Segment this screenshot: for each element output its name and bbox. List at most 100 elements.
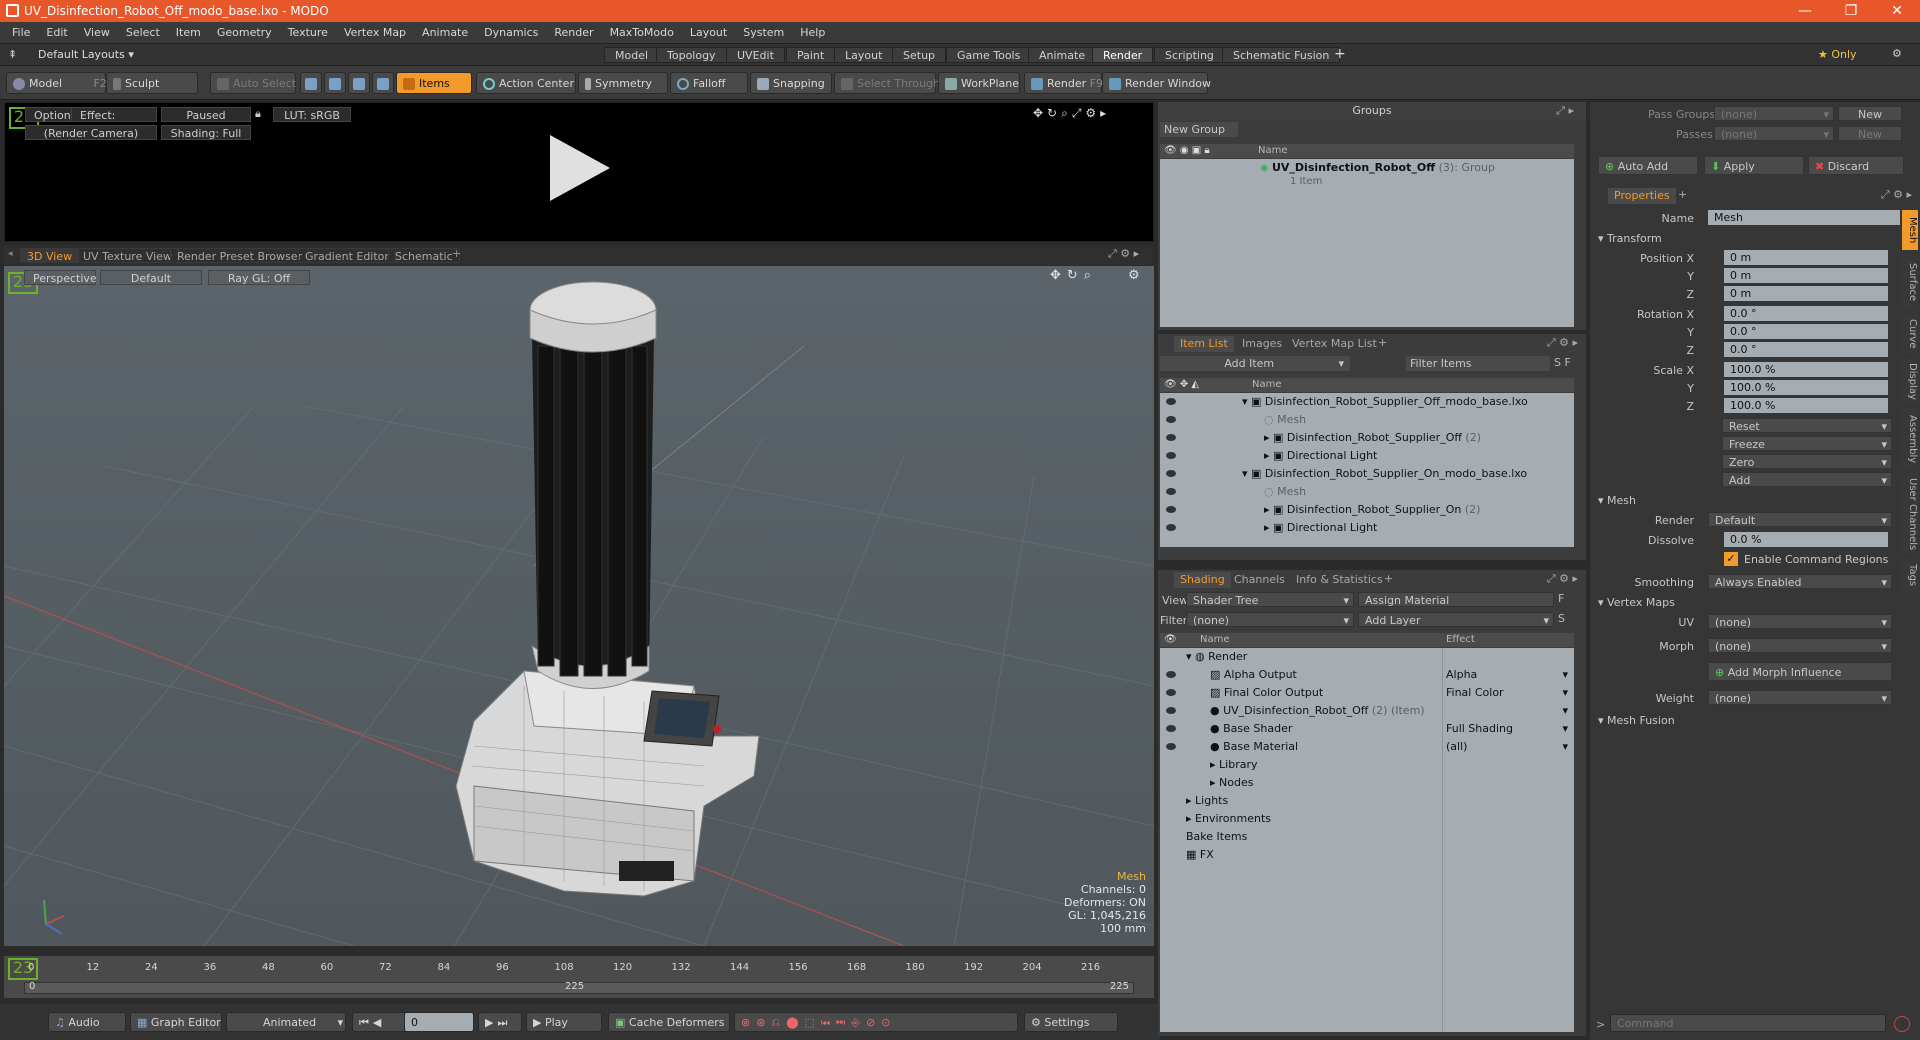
menu-item[interactable]: Item [168,22,209,44]
list-item[interactable]: ▸ ▣ Directional Light [1264,519,1377,537]
tab-render-preset-browser[interactable]: Render Preset Browser [170,248,310,263]
tab-model[interactable]: Model [604,47,660,63]
play-button[interactable]: ▶ Play [526,1012,602,1032]
shading-dropdown[interactable]: Shading: Full [161,125,251,140]
graph-editor-button[interactable]: ▦ Graph Editor [130,1012,222,1032]
name-field[interactable]: Mesh [1708,210,1900,225]
menu-select[interactable]: Select [118,22,168,44]
edges-mode-button[interactable] [324,72,346,94]
menu-maxtomodo[interactable]: MaxToModo [602,22,682,44]
menu-system[interactable]: System [735,22,792,44]
items-mode-button[interactable]: Items [396,72,472,94]
render-paused-button[interactable]: Paused [161,107,251,122]
visibility-eye-icon[interactable] [1166,488,1176,495]
tab-schematic-fusion[interactable]: Schematic Fusion [1222,47,1341,63]
assign-material-button[interactable]: Assign Material [1358,592,1554,607]
pass-groups-dropdown[interactable]: (none) ▾ [1714,106,1834,121]
rotation-x-field[interactable]: 0.0 ° [1724,306,1888,321]
tab-topology[interactable]: Topology [656,47,727,63]
list-item[interactable]: ▸ ▣ Disinfection_Robot_Supplier_Off (2) [1264,429,1481,447]
menu-edit[interactable]: Edit [38,22,75,44]
visibility-eye-icon[interactable] [1166,707,1176,714]
vertex-maps-section[interactable]: ▾ Vertex Maps [1598,596,1675,609]
rotation-y-field[interactable]: 0.0 ° [1724,324,1888,339]
menu-dynamics[interactable]: Dynamics [476,22,546,44]
audio-button[interactable]: ♫ Audio [48,1012,126,1032]
viewport-style-dropdown[interactable]: Default [100,270,202,285]
close-button[interactable]: ✕ [1874,0,1920,22]
freeze-dropdown[interactable]: Freeze ▾ [1722,436,1892,451]
menu-render[interactable]: Render [546,22,601,44]
weight-dropdown[interactable]: (none) ▾ [1708,690,1892,705]
menu-layout[interactable]: Layout [682,22,735,44]
add-shading-tab[interactable]: + [1384,572,1393,585]
menu-geometry[interactable]: Geometry [209,22,280,44]
skip-back-icons[interactable]: ⏮◀ [352,1012,408,1032]
discard-button[interactable]: ✖ Discard [1808,156,1904,175]
table-row[interactable]: ▸ Environments [1186,810,1271,828]
table-row[interactable]: ▾ ◍ Render [1186,648,1247,666]
3d-viewport[interactable]: 23 Perspective Default Ray GL: Off ✥↻⌕ ⚙… [4,266,1154,946]
effect-cell[interactable]: Full Shading ▾ [1446,720,1568,738]
layouts-expand-icon[interactable]: ⇞ [8,48,17,61]
default-layouts-dropdown[interactable]: Default Layouts ▾ [38,48,134,61]
tab-properties[interactable]: Properties [1608,188,1676,204]
side-tab[interactable]: Tags [1902,558,1918,592]
visibility-eye-icon[interactable] [1166,416,1176,423]
menu-vertex-map[interactable]: Vertex Map [336,22,414,44]
groups-maximize-icon[interactable]: ⤢ ▸ [1556,104,1574,118]
snapping-button[interactable]: Snapping [750,72,832,94]
uv-dropdown[interactable]: (none) ▾ [1708,614,1892,629]
side-tab[interactable]: Mesh [1902,210,1918,250]
materials-mode-button[interactable] [372,72,394,94]
tab-3d-view[interactable]: 3D View [20,248,80,263]
add-item-list-tab[interactable]: + [1378,336,1387,349]
tab-animate[interactable]: Animate [1028,47,1097,63]
render-window-button[interactable]: Render Window [1102,72,1211,94]
model-mode-button[interactable]: Model F2 [6,72,107,94]
zero-dropdown[interactable]: Zero ▾ [1722,454,1892,469]
dissolve-field[interactable]: 0.0 % [1724,532,1888,547]
tab-setup[interactable]: Setup [892,47,947,63]
visibility-eye-icon[interactable] [1166,452,1176,459]
render-button[interactable]: Render F9 [1024,72,1103,94]
menu-texture[interactable]: Texture [280,22,336,44]
tab-schematic[interactable]: Schematic [388,248,460,263]
table-row[interactable]: ▨ Alpha Output [1210,666,1297,684]
menu-file[interactable]: File [0,22,38,44]
table-row[interactable]: Bake Items [1186,828,1247,846]
position-x-field[interactable]: 0 m [1724,250,1888,265]
visibility-eye-icon[interactable] [1166,524,1176,531]
list-item[interactable]: ◌ Mesh [1264,411,1306,429]
raygl-dropdown[interactable]: Ray GL: Off [208,270,310,285]
tab-item-list[interactable]: Item List [1174,336,1234,352]
tab-channels[interactable]: Channels [1228,572,1291,588]
vertices-mode-button[interactable] [300,72,322,94]
play-icon[interactable] [545,133,615,203]
table-row[interactable]: ▨ Final Color Output [1210,684,1323,702]
add-item-button[interactable]: Add Item ▾ [1160,356,1350,371]
menu-view[interactable]: View [76,22,118,44]
side-tab[interactable]: User Channels [1902,474,1918,554]
item-list-tree[interactable]: ▾ ▣ Disinfection_Robot_Supplier_Off_modo… [1160,393,1574,547]
table-row[interactable]: ● Base Shader [1210,720,1292,738]
effect-cell[interactable]: Alpha ▾ [1446,666,1568,684]
morph-dropdown[interactable]: (none) ▾ [1708,638,1892,653]
add-viewport-tab-button[interactable]: + [452,247,461,260]
tab-images[interactable]: Images [1236,336,1288,352]
tab-scripting[interactable]: Scripting [1154,47,1225,63]
table-row[interactable]: ▸ Nodes [1210,774,1253,792]
tab-paint[interactable]: Paint [786,47,836,63]
shader-tree[interactable]: ▾ ◍ Render ▨ Alpha Output Alpha ▾ ▨ Final Co… [1160,648,1574,1032]
workplane-button[interactable]: WorkPlane [938,72,1020,94]
polygons-mode-button[interactable] [348,72,370,94]
list-item[interactable]: ▸ ▣ Directional Light [1264,447,1377,465]
table-row[interactable]: ● Base Material [1210,738,1298,756]
table-row[interactable]: ● UV_Disinfection_Robot_Off (2) (Item) [1210,702,1425,720]
passes-dropdown[interactable]: (none) ▾ [1714,126,1834,141]
visibility-eye-icon[interactable] [1166,671,1176,678]
assign-options-icon[interactable]: F [1558,592,1564,605]
reset-dropdown[interactable]: Reset ▾ [1722,418,1892,433]
auto-select-button[interactable]: Auto Select [210,72,296,94]
tab-vertex-map-list[interactable]: Vertex Map List [1286,336,1383,352]
